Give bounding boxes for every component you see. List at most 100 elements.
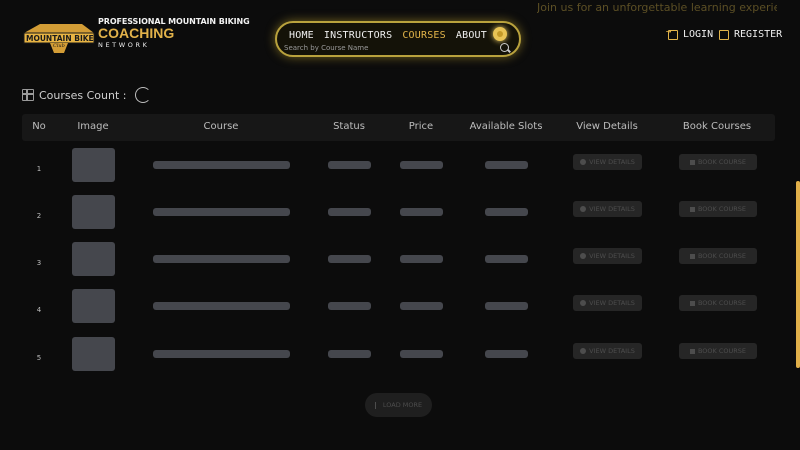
slots-placeholder [485,350,528,358]
row-number: 5 [36,354,42,362]
row-number: 2 [36,212,42,220]
row-number: 1 [36,165,42,173]
course-name-placeholder [153,208,290,216]
book-course-label: BOOK COURSE [697,205,747,213]
view-details-label: VIEW DETAILS [589,158,635,166]
col-status: Status [333,121,365,132]
tagline: Join us for an unforgettable learning ex… [537,1,777,14]
slots-placeholder [485,161,528,169]
login-link[interactable]: LOGIN [666,27,714,41]
course-name-placeholder [153,161,290,169]
row-number: 4 [36,306,42,314]
table-icon [22,89,34,101]
course-image-placeholder [72,242,115,276]
course-image-placeholder [72,148,115,182]
book-course-label: BOOK COURSE [697,299,747,307]
book-course-button[interactable]: BOOK COURSE [679,248,757,264]
book-course-label: BOOK COURSE [697,252,747,260]
search-icon[interactable] [500,43,509,52]
col-available-slots: Available Slots [469,121,543,132]
view-details-button[interactable]: VIEW DETAILS [573,295,642,311]
calendar-icon [689,300,695,306]
table-row: 3 VIEW DETAILS BOOK COURSE [22,242,775,289]
status-placeholder [328,302,371,310]
login-label: LOGIN [683,29,714,40]
load-more-label: LOAD MORE [382,401,423,409]
calendar-icon [689,206,695,212]
view-details-label: VIEW DETAILS [589,205,635,213]
course-name-placeholder [153,302,290,310]
status-placeholder [328,255,371,263]
status-placeholder [328,161,371,169]
col-course: Course [203,121,239,132]
calendar-icon [689,159,695,165]
view-details-label: VIEW DETAILS [589,299,635,307]
site-logo[interactable]: MOUNTAIN BIKE Club PROFESSIONAL MOUNTAIN… [22,16,250,56]
register-link[interactable]: REGISTER [719,29,782,40]
status-placeholder [328,208,371,216]
slots-placeholder [485,255,528,263]
nav-instructors[interactable]: INSTRUCTORS [324,30,392,41]
view-details-button[interactable]: VIEW DETAILS [573,343,642,359]
row-number: 3 [36,259,42,267]
price-placeholder [400,350,443,358]
nav-links: HOME INSTRUCTORS COURSES ABOUT US [289,30,516,41]
book-course-button[interactable]: BOOK COURSE [679,343,757,359]
book-course-button[interactable]: BOOK COURSE [679,295,757,311]
course-name-placeholder [153,350,290,358]
book-course-label: BOOK COURSE [697,347,747,355]
search-input[interactable] [284,44,474,52]
login-icon [666,27,678,40]
course-name-placeholder [153,255,290,263]
table-row: 5 VIEW DETAILS BOOK COURSE [22,337,775,384]
view-details-button[interactable]: VIEW DETAILS [573,248,642,264]
badge-sub: Club [53,43,65,49]
register-label: REGISTER [734,29,783,40]
view-details-button[interactable]: VIEW DETAILS [573,154,642,170]
col-image: Image [77,121,109,132]
logo-line3: NETWORK [98,41,150,49]
eye-icon [580,348,587,354]
logo-line2: COACHING [98,25,175,41]
table-row: 2 VIEW DETAILS BOOK COURSE [22,195,775,242]
book-course-button[interactable]: BOOK COURSE [679,154,757,170]
col-book-courses: Book Courses [682,121,752,132]
badge-text: MOUNTAIN BIKE [26,34,94,43]
main-nav: HOME INSTRUCTORS COURSES ABOUT US [275,21,521,57]
courses-count-label: Courses Count : [39,88,127,102]
book-course-label: BOOK COURSE [697,158,747,166]
view-details-label: VIEW DETAILS [589,347,635,355]
calendar-icon [689,253,695,259]
price-placeholder [400,255,443,263]
status-placeholder [328,350,371,358]
load-more-button[interactable]: LOAD MORE [365,393,432,417]
course-image-placeholder [72,289,115,323]
slots-placeholder [485,208,528,216]
arrow-down-icon [374,401,379,409]
col-view-details: View Details [576,121,638,132]
eye-icon [580,159,587,165]
price-placeholder [400,161,443,169]
page-scrollbar[interactable] [796,181,800,368]
courses-count: Courses Count : [22,87,151,103]
loading-spinner-icon [134,87,151,103]
nav-courses[interactable]: COURSES [402,30,446,41]
eye-icon [580,206,587,212]
table-header: No Image Course Status Price Available S… [22,114,775,141]
eye-icon [580,253,587,259]
course-image-placeholder [72,337,115,371]
table-row: 1 VIEW DETAILS BOOK COURSE [22,148,775,195]
edit-icon [719,29,729,40]
col-price: Price [408,121,434,132]
theme-toggle-icon[interactable] [493,27,507,41]
slots-placeholder [485,302,528,310]
price-placeholder [400,208,443,216]
table-row: 4 VIEW DETAILS BOOK COURSE [22,289,775,336]
course-image-placeholder [72,195,115,229]
price-placeholder [400,302,443,310]
view-details-label: VIEW DETAILS [589,252,635,260]
book-course-button[interactable]: BOOK COURSE [679,201,757,217]
calendar-icon [689,348,695,354]
nav-home[interactable]: HOME [289,30,314,41]
view-details-button[interactable]: VIEW DETAILS [573,201,642,217]
